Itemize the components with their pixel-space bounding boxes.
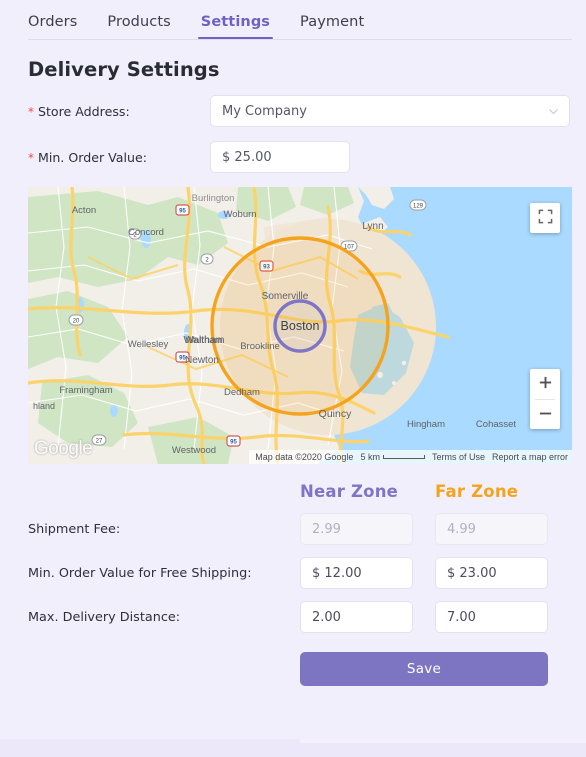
map-canvas: 95 2 2 129 107 93 95 20 27 95 Acton Conc… [28, 187, 572, 464]
store-address-value: My Company [222, 103, 307, 119]
google-logo: Google [34, 438, 93, 459]
delivery-zone-map[interactable]: 95 2 2 129 107 93 95 20 27 95 Acton Conc… [28, 187, 572, 464]
map-attribution-bar: Map data ©2020 Google 5 km Terms of Use … [249, 450, 572, 464]
map-fullscreen-button[interactable] [530, 203, 560, 233]
required-marker: * [28, 104, 34, 119]
shipment-fee-label: Shipment Fee: [28, 521, 121, 537]
svg-text:Newton: Newton [185, 355, 219, 366]
svg-text:Dedham: Dedham [224, 387, 260, 398]
tab-bar-divider [28, 39, 572, 40]
svg-text:Boston: Boston [281, 319, 320, 333]
svg-text:27: 27 [96, 439, 103, 445]
shield-129: 129 [409, 199, 427, 211]
max-delivery-distance-near-input[interactable]: 2.00 [300, 601, 413, 633]
required-marker: * [28, 150, 34, 165]
save-row: Save [0, 652, 586, 686]
map-scale-label: 5 km [360, 452, 380, 462]
map-zoom-in-button[interactable] [530, 369, 560, 399]
shield-2-waltham: 2 [200, 253, 214, 265]
zone-header-spacer [28, 482, 300, 501]
svg-text:Framingham: Framingham [59, 385, 112, 396]
svg-text:Cohasset: Cohasset [476, 419, 516, 430]
max-delivery-distance-label: Max. Delivery Distance: [28, 609, 181, 625]
svg-text:129: 129 [413, 204, 424, 210]
svg-text:Acton: Acton [72, 205, 96, 216]
svg-text:Somerville: Somerville [262, 291, 309, 302]
min-order-value-input[interactable]: $ 25.00 [210, 141, 350, 173]
shield-27: 27 [91, 434, 107, 446]
svg-text:Quincy: Quincy [319, 408, 352, 420]
chevron-down-icon [548, 106, 559, 117]
plus-icon [538, 375, 553, 394]
svg-text:Hingham: Hingham [407, 419, 445, 430]
free-shipping-min-row: Min. Order Value for Free Shipping: $ 12… [0, 557, 586, 589]
shipment-fee-far-input[interactable]: 4.99 [435, 513, 548, 545]
shield-95-north: 95 [175, 204, 190, 216]
svg-text:95: 95 [179, 209, 186, 215]
min-order-value-label: * Min. Order Value: [28, 150, 210, 165]
terms-of-use-link[interactable]: Terms of Use [432, 452, 485, 462]
min-order-value-label-text: Min. Order Value: [38, 149, 147, 165]
shield-95-south: 95 [226, 435, 241, 447]
near-zone-header: Near Zone [300, 482, 399, 501]
tab-list: Orders Products Settings Payment [0, 0, 586, 39]
svg-text:Brookline: Brookline [240, 341, 280, 352]
report-map-error-link[interactable]: Report a map error [492, 452, 568, 462]
fullscreen-icon [538, 209, 553, 228]
free-shipping-min-far-input[interactable]: $ 23.00 [435, 557, 548, 589]
map-scale-bar [382, 455, 425, 459]
shipment-fee-row: Shipment Fee: 2.99 4.99 [0, 513, 586, 545]
map-data-attribution: Map data ©2020 Google [255, 452, 354, 462]
map-zoom-controls [530, 369, 560, 429]
shield-20: 20 [68, 314, 84, 326]
store-address-label: * Store Address: [28, 104, 210, 119]
bottom-strip [0, 739, 586, 757]
svg-text:Waltham: Waltham [183, 334, 224, 346]
map-zoom-out-button[interactable] [530, 400, 560, 430]
min-order-value-row: * Min. Order Value: $ 25.00 [0, 141, 586, 173]
store-address-label-text: Store Address: [38, 103, 130, 119]
store-address-row: * Store Address: My Company [0, 95, 586, 127]
free-shipping-min-near-input[interactable]: $ 12.00 [300, 557, 413, 589]
max-delivery-distance-row: Max. Delivery Distance: 2.00 7.00 [0, 601, 586, 633]
svg-text:95: 95 [230, 440, 237, 446]
free-shipping-min-label: Min. Order Value for Free Shipping: [28, 565, 252, 581]
page-title: Delivery Settings [28, 58, 220, 81]
map-scale: 5 km [360, 452, 425, 462]
svg-text:Wellesley: Wellesley [128, 339, 169, 350]
save-button[interactable]: Save [300, 652, 548, 686]
tab-orders[interactable]: Orders [28, 14, 77, 39]
bottom-strip-highlight [300, 739, 586, 743]
tab-settings[interactable]: Settings [197, 14, 274, 39]
tab-payment[interactable]: Payment [300, 14, 364, 39]
svg-text:Westwood: Westwood [172, 445, 216, 456]
svg-text:Woburn: Woburn [223, 209, 256, 220]
far-zone-header: Far Zone [435, 482, 519, 501]
tab-products[interactable]: Products [107, 14, 170, 39]
minus-icon [538, 406, 553, 425]
svg-text:Concord: Concord [128, 227, 164, 238]
store-address-select[interactable]: My Company [210, 95, 570, 127]
svg-text:20: 20 [73, 319, 80, 325]
zone-header-row: Near Zone Far Zone [0, 482, 586, 501]
shipment-fee-near-input[interactable]: 2.99 [300, 513, 413, 545]
svg-text:Lynn: Lynn [362, 221, 383, 232]
svg-text:hland: hland [33, 401, 55, 411]
top-tab-bar: Orders Products Settings Payment [0, 0, 586, 40]
svg-text:Burlington: Burlington [192, 193, 235, 204]
max-delivery-distance-far-input[interactable]: 7.00 [435, 601, 548, 633]
